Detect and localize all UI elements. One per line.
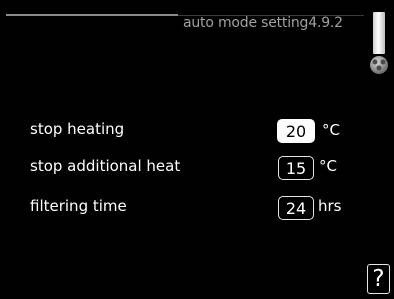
filtering-time-label: filtering time: [30, 197, 127, 215]
scroll-knob-icon[interactable]: [368, 54, 390, 76]
stop-additional-heat-value[interactable]: 15: [278, 156, 314, 180]
stop-heating-unit: °C: [322, 121, 340, 139]
stop-additional-heat-label: stop additional heat: [30, 157, 181, 175]
menu-number: 4.9.2: [308, 15, 343, 31]
filtering-time-unit: hrs: [318, 197, 342, 215]
stop-heating-label: stop heating: [30, 120, 125, 138]
stop-additional-heat-unit: °C: [319, 157, 337, 175]
scrollbar[interactable]: [373, 12, 385, 54]
settings-screen: auto mode setting4.9.2 stop heating 20 °…: [0, 0, 394, 299]
stop-heating-value[interactable]: 20: [277, 119, 315, 143]
page-title-text: auto mode setting: [183, 15, 309, 31]
help-button[interactable]: ?: [367, 264, 390, 294]
page-title: auto mode setting4.9.2: [183, 15, 343, 31]
filtering-time-value[interactable]: 24: [278, 196, 314, 220]
header-accent-line: [6, 14, 178, 16]
